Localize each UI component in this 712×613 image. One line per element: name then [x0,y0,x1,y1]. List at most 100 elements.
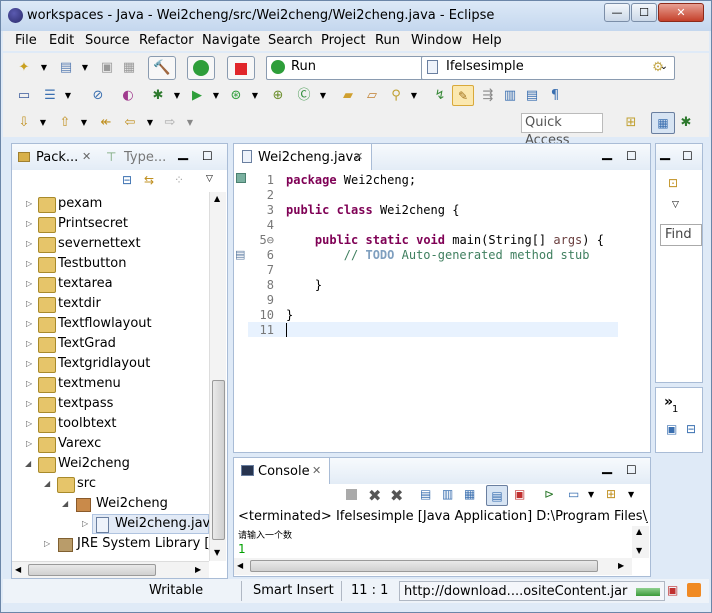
maximize-view-icon[interactable]: ☐ [202,149,213,163]
minimize-view-icon[interactable]: ▁ [178,146,188,161]
scroll-up-icon[interactable]: ▲ [636,527,642,536]
scrollbar-thumb[interactable] [250,560,598,572]
debug-icon[interactable]: ✱ [149,87,167,105]
tasks-icon[interactable]: ☰ [41,87,59,105]
prev-annotation-icon[interactable]: ⇧ [56,114,74,132]
scrollbar-thumb[interactable] [212,380,225,540]
close-icon[interactable]: ✕ [354,150,363,163]
rss-feed-icon[interactable] [687,583,701,597]
new-dropdown-icon[interactable]: ▼ [35,59,53,77]
expand-arrow-icon[interactable]: ▷ [26,314,36,334]
run-dropdown-icon[interactable]: ▼ [207,87,225,105]
expand-arrow-icon[interactable]: ▷ [26,254,36,274]
next-annotation-dropdown-icon[interactable]: ▼ [34,114,52,132]
type-hierarchy-tab[interactable]: Type... [124,150,166,165]
tree-item-textdir[interactable]: ▷ textdir [12,294,209,314]
clear-console-icon[interactable]: ▤ [420,487,431,501]
open-type-icon[interactable]: ▰ [339,87,357,105]
quick-access-input[interactable]: Quick Access [521,113,603,148]
external-tools-dropdown-icon[interactable]: ▼ [246,87,264,105]
menu-search[interactable]: Search [268,33,313,48]
console-output[interactable]: 请输入一个数 1 [234,526,632,558]
tree-item-wei2cheng-package[interactable]: ◢ Wei2cheng [12,494,209,514]
block-select-icon[interactable]: ▥ [501,87,519,105]
scrollbar-thumb[interactable] [28,564,156,576]
build-button[interactable]: 🔨 [148,56,176,80]
tree-item-textgridlayout[interactable]: ▷ Textgridlayout [12,354,209,374]
word-wrap-console-icon[interactable]: ▦ [464,487,475,501]
scroll-left-icon[interactable]: ◀ [237,561,243,570]
menu-file[interactable]: File [15,33,37,48]
expand-arrow-icon[interactable]: ▷ [26,194,36,214]
tree-item-pexam[interactable]: ▷ pexam [12,194,209,214]
expand-arrow-icon[interactable]: ▷ [26,294,36,314]
menu-run[interactable]: Run [375,33,400,48]
scroll-down-icon[interactable]: ▼ [636,546,642,555]
scroll-left-icon[interactable]: ◀ [15,565,21,574]
package-explorer-tab[interactable]: Pack... [36,150,78,165]
tasks-dropdown-icon[interactable]: ▼ [59,87,77,105]
scroll-lock-icon[interactable]: ▥ [442,487,453,501]
skip-breakpoints-icon[interactable]: ⊘ [89,87,107,105]
menu-project[interactable]: Project [321,33,365,48]
display-console-dropdown-icon[interactable]: ▼ [588,490,594,499]
stop-toolbar-button[interactable] [227,56,255,80]
maximize-view-icon[interactable]: ☐ [626,149,637,163]
back-icon[interactable]: ⇦ [121,114,139,132]
external-tools-icon[interactable]: ⊛ [227,87,245,105]
java-perspective-button[interactable]: ▦ [651,112,675,134]
problems-icon[interactable]: ⊟ [686,422,696,436]
menu-edit[interactable]: Edit [49,33,74,48]
expand-arrow-icon[interactable]: ▷ [26,434,36,454]
forward-dropdown-icon[interactable]: ▼ [181,114,199,132]
focus-active-task-icon[interactable]: ⁘ [174,173,184,187]
maximize-view-icon[interactable]: ☐ [682,149,693,163]
display-console-icon[interactable]: ▭ [568,487,579,501]
back-dropdown-icon[interactable]: ▼ [141,114,159,132]
outline-icon[interactable]: ⊡ [668,176,678,190]
new-java-project-icon[interactable]: ▤ [57,59,75,77]
scroll-right-icon[interactable]: ▶ [195,565,201,574]
next-annotation-icon[interactable]: ⇩ [15,114,33,132]
run-small-icon[interactable]: ▶ [188,87,206,105]
menu-navigate[interactable]: Navigate [202,33,260,48]
tree-item-wei2cheng-java[interactable]: ▷ Wei2cheng.java [12,514,209,534]
last-edit-icon[interactable]: ↞ [97,114,115,132]
find-input[interactable]: Find [660,224,702,246]
tree-item-wei2cheng-project[interactable]: ◢ Wei2cheng [12,454,209,474]
status-progress-area[interactable]: http://download....ositeContent.jar [399,581,665,601]
view-menu-icon[interactable]: ▽ [672,200,679,210]
search-icon[interactable]: ⚲ [387,87,405,105]
expand-arrow-icon[interactable]: ▷ [26,274,36,294]
tree-item-jre-system-library[interactable]: ▷ JRE System Library [Jav [12,534,209,554]
debug-perspective-icon[interactable]: ✱ [677,114,695,132]
minimize-view-icon[interactable]: ▁ [602,460,612,475]
scroll-up-icon[interactable]: ▲ [214,194,220,203]
expand-arrow-icon[interactable]: ▷ [26,234,36,254]
new-class-dropdown-icon[interactable]: ▼ [314,87,332,105]
forward-icon[interactable]: ⇨ [161,114,179,132]
tree-item-textgrad[interactable]: ▷ TextGrad [12,334,209,354]
debug-dropdown-icon[interactable]: ▼ [168,87,186,105]
scroll-right-icon[interactable]: ▶ [618,561,624,570]
menu-help[interactable]: Help [472,33,502,48]
new-class-icon[interactable]: Ⓒ [295,87,313,105]
toggle-console-icon[interactable]: ▭ [15,87,33,105]
package-tree-horizontal-scrollbar[interactable]: ◀ ▶ [12,561,209,578]
tree-item-textarea[interactable]: ▷ textarea [12,274,209,294]
show-console-on-error-icon[interactable]: ▣ [514,487,525,501]
maximize-button[interactable]: ☐ [631,3,657,22]
expand-arrow-icon[interactable]: ▷ [44,534,54,554]
tree-item-textmenu[interactable]: ▷ textmenu [12,374,209,394]
tree-item-printsecret[interactable]: ▷ Printsecret [12,214,209,234]
new-dropdown-2-icon[interactable]: ▼ [76,59,94,77]
open-console-icon[interactable]: ⊞ [606,487,616,501]
editor-tab-wei2cheng-java[interactable]: Wei2cheng.java ✕ [234,144,372,170]
open-console-dropdown-icon[interactable]: ▼ [628,490,634,499]
view-menu-icon[interactable]: ▽ [206,174,213,184]
new-icon[interactable]: ✦ [15,59,33,77]
progress-view-icon[interactable]: ▣ [667,583,678,597]
expand-arrow-icon[interactable]: ▷ [26,334,36,354]
pilcrow-icon[interactable]: ¶ [546,87,564,105]
tree-item-varexc[interactable]: ▷ Varexc [12,434,209,454]
